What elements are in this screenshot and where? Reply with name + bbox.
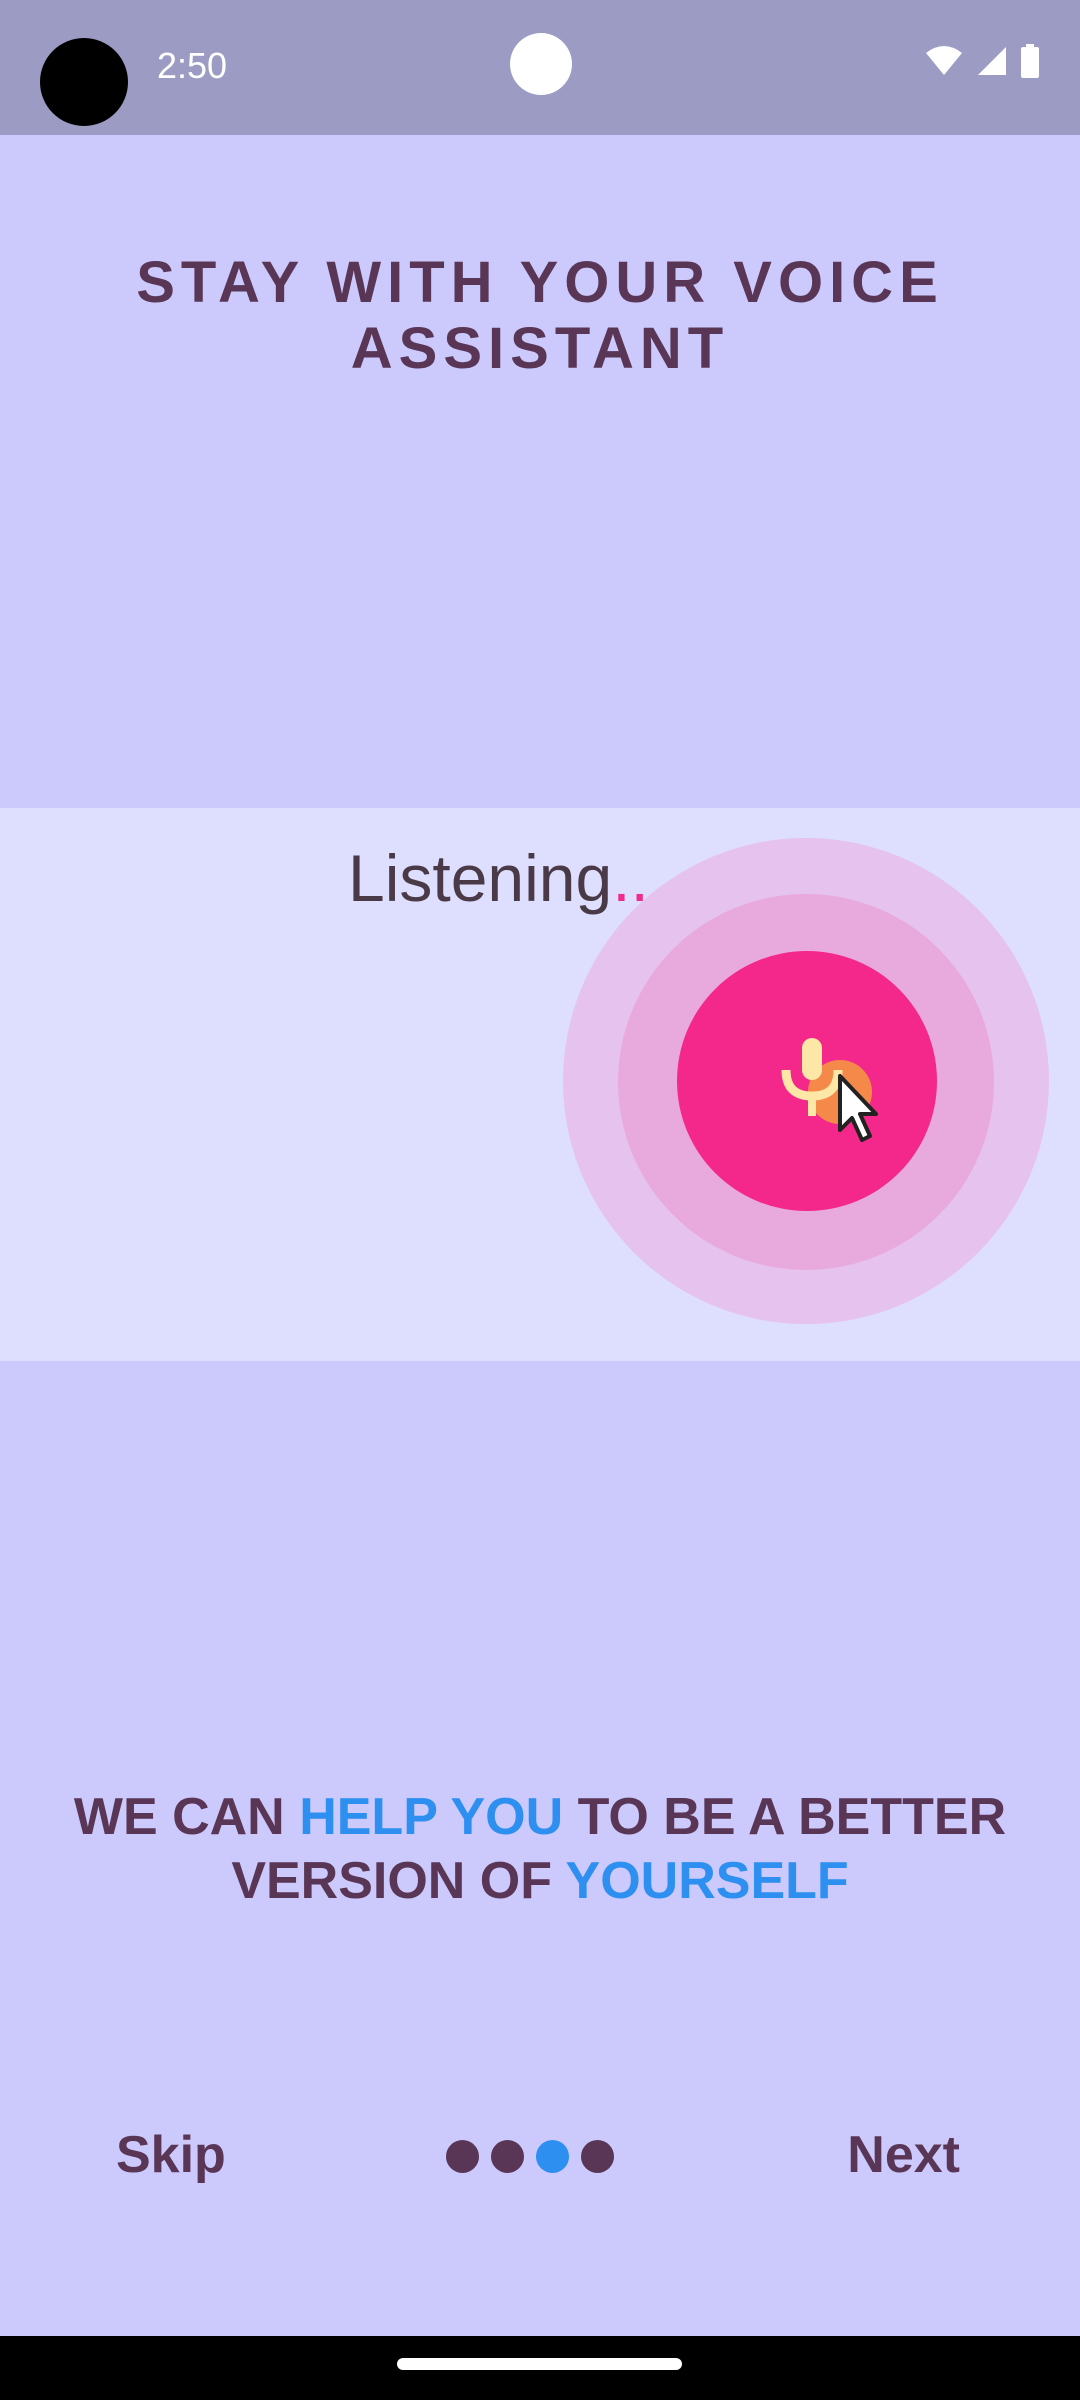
status-time: 2:50	[157, 45, 228, 86]
battery-icon	[1021, 44, 1039, 78]
voice-assistant-banner: Listening...	[0, 808, 1080, 1361]
mic-icon	[770, 1030, 890, 1150]
listening-label: Listening...	[348, 840, 667, 916]
tagline-part: WE CAN	[73, 1788, 300, 1846]
onboarding-tagline: WE CAN HELP YOU TO BE A BETTER VERSION O…	[60, 1785, 1020, 1913]
skip-button[interactable]: Skip	[116, 2125, 226, 2185]
page-dot-active[interactable]	[536, 2140, 569, 2173]
navigation-bar	[0, 2336, 1080, 2400]
page-dot[interactable]	[581, 2140, 614, 2173]
page-dot[interactable]	[491, 2140, 524, 2173]
page-indicator	[446, 2140, 614, 2173]
tagline-highlight: YOURSELF	[565, 1852, 849, 1910]
wifi-icon	[926, 46, 962, 75]
next-button[interactable]: Next	[847, 2125, 960, 2185]
listening-text: Listening	[348, 841, 613, 915]
signal-icon	[978, 47, 1006, 75]
status-bar: 2:50	[0, 0, 1080, 135]
home-handle[interactable]	[397, 2358, 682, 2370]
status-icons	[924, 44, 1040, 78]
front-camera-dot	[510, 33, 572, 95]
page-dot[interactable]	[446, 2140, 479, 2173]
tagline-highlight: HELP YOU	[299, 1788, 564, 1846]
camera-cutout	[40, 38, 128, 126]
onboarding-title: STAY WITH YOUR VOICE ASSISTANT	[136, 250, 944, 381]
